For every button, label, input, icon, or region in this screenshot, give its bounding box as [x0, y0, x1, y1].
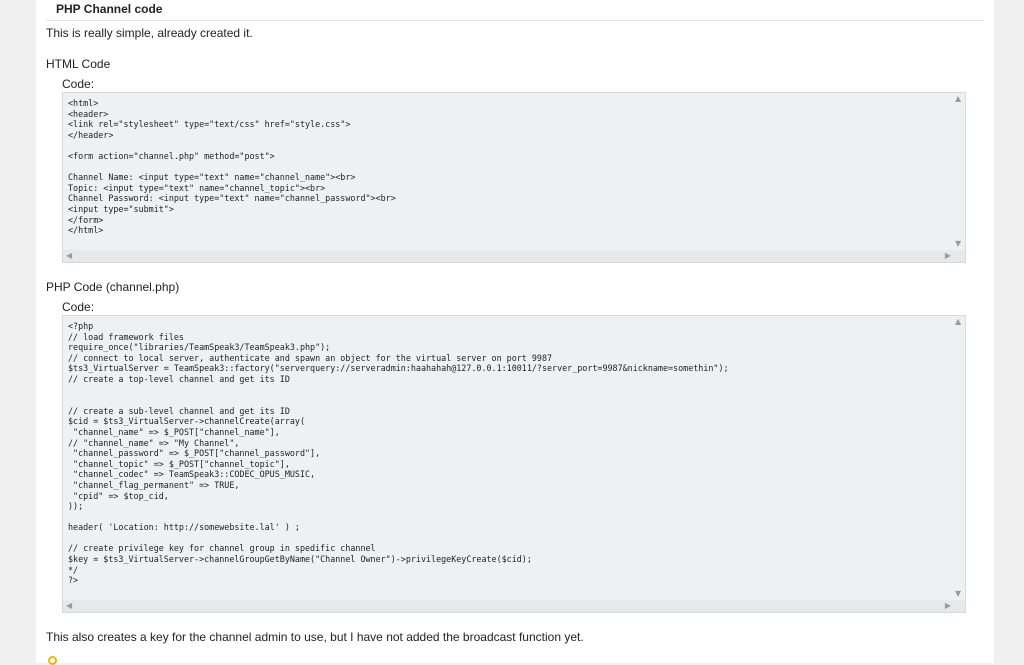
section-heading-html: HTML Code	[46, 57, 111, 71]
code-label: Code:	[62, 77, 95, 91]
scroll-right-icon[interactable]: ▶	[945, 252, 951, 260]
horizontal-scrollbar[interactable]: ◀ ▶	[63, 600, 965, 612]
scroll-left-icon[interactable]: ◀	[66, 252, 72, 260]
outro-text: This also creates a key for the channel …	[46, 630, 584, 644]
vertical-scrollbar[interactable]: ▲ ▼	[953, 93, 965, 250]
post-title: PHP Channel code	[56, 2, 163, 16]
code-block-php[interactable]: <?php // load framework files require_on…	[62, 315, 966, 613]
emoji-icon	[48, 656, 57, 665]
post-container: PHP Channel code This is really simple, …	[36, 0, 994, 665]
code-text: <html> <header> <link rel="stylesheet" t…	[68, 98, 396, 236]
scroll-down-icon[interactable]: ▼	[955, 590, 961, 598]
scroll-down-icon[interactable]: ▼	[955, 240, 961, 248]
code-block-html[interactable]: <html> <header> <link rel="stylesheet" t…	[62, 92, 966, 263]
post-header: PHP Channel code	[46, 0, 984, 21]
code-label: Code:	[62, 300, 95, 314]
code-text: <?php // load framework files require_on…	[68, 321, 729, 586]
scroll-right-icon[interactable]: ▶	[945, 602, 951, 610]
horizontal-scrollbar[interactable]: ◀ ▶	[63, 250, 965, 262]
scroll-left-icon[interactable]: ◀	[66, 602, 72, 610]
vertical-scrollbar[interactable]: ▲ ▼	[953, 316, 965, 600]
scroll-up-icon[interactable]: ▲	[955, 95, 961, 103]
scroll-up-icon[interactable]: ▲	[955, 318, 961, 326]
intro-text: This is really simple, already created i…	[46, 26, 253, 40]
section-heading-php: PHP Code (channel.php)	[46, 280, 180, 294]
